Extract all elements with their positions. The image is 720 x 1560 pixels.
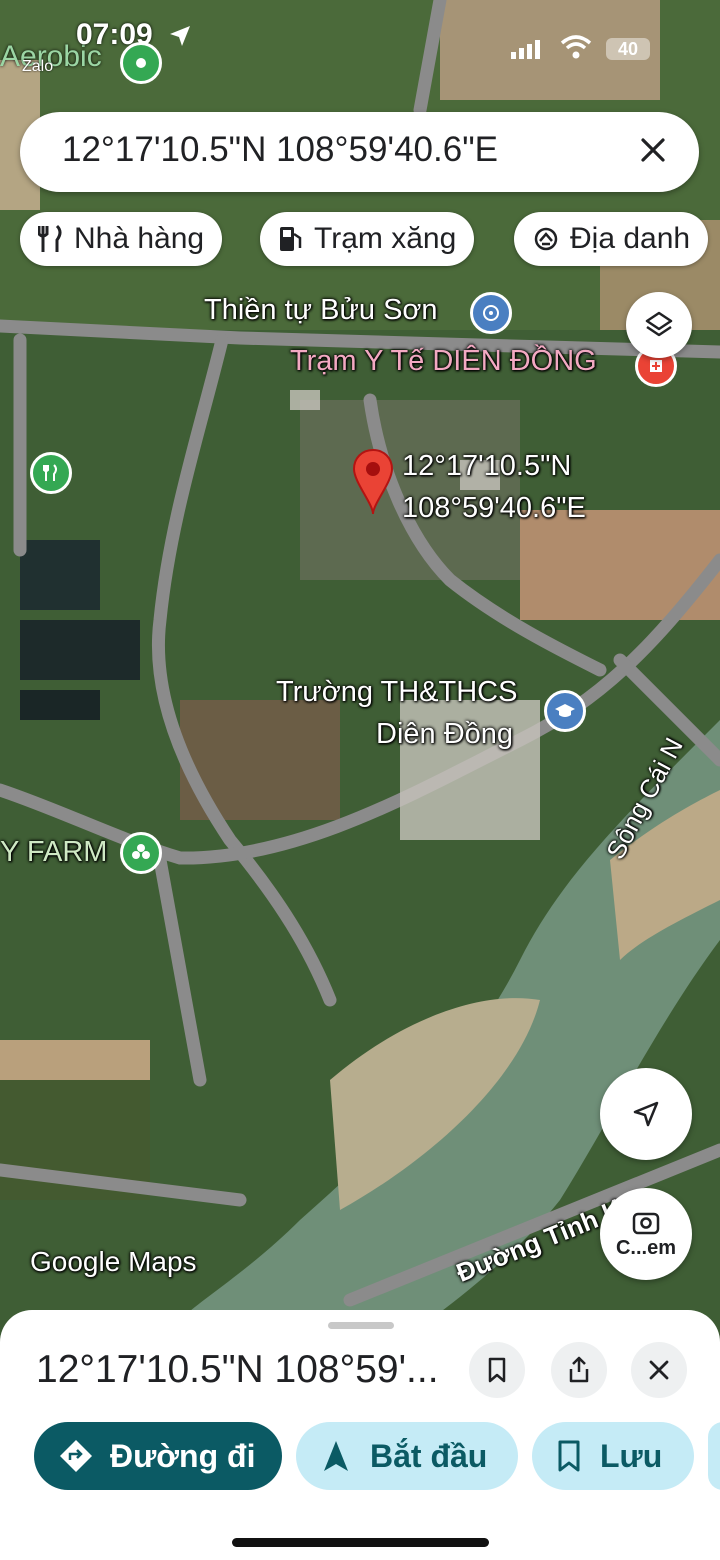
sheet-drag-handle[interactable]: [328, 1322, 394, 1329]
layers-icon: [645, 311, 673, 337]
save-label: Lưu: [600, 1437, 663, 1474]
search-bar[interactable]: 12°17'10.5"N 108°59'40.6"E: [20, 112, 699, 192]
place-label-thien-tu[interactable]: Thiền tự Bửu Sơn: [204, 294, 438, 327]
school-poi-icon[interactable]: [544, 690, 586, 732]
chip-landmarks[interactable]: Địa danh: [514, 212, 709, 266]
location-pin-icon[interactable]: [352, 448, 394, 518]
layers-button[interactable]: [626, 292, 692, 358]
location-arrow-icon: [633, 1101, 659, 1127]
place-title: 12°17'10.5"N 108°59'...: [36, 1348, 439, 1391]
directions-icon: [60, 1440, 92, 1472]
farm-poi-icon[interactable]: [120, 832, 162, 874]
more-actions-chip[interactable]: [708, 1422, 720, 1490]
chip-restaurants[interactable]: Nhà hàng: [20, 212, 223, 266]
battery-indicator: 40: [606, 38, 650, 60]
start-button[interactable]: Bắt đầu: [296, 1422, 518, 1490]
lens-button[interactable]: C...em: [600, 1188, 692, 1280]
directions-label: Đường đi: [110, 1437, 256, 1474]
notification-app-label: Zalo: [22, 58, 54, 75]
aerobic-poi-icon[interactable]: [120, 42, 162, 84]
chip-gas-stations[interactable]: Trạm xăng: [260, 212, 475, 266]
chip-label: Trạm xăng: [314, 222, 457, 255]
bookmark-icon: [488, 1357, 506, 1383]
camera-search-icon: [632, 1212, 660, 1234]
status-bar: Aerobic 07:09 Zalo 40: [0, 0, 720, 90]
save-button[interactable]: Lưu: [532, 1422, 694, 1490]
home-indicator[interactable]: [232, 1538, 489, 1547]
place-label-truong-line2[interactable]: Diên Đồng: [376, 718, 513, 751]
place-label-farm[interactable]: Y FARM: [0, 836, 107, 869]
temple-poi-icon[interactable]: [470, 292, 512, 334]
gas-station-icon: [280, 227, 302, 251]
google-maps-watermark: Google Maps: [30, 1246, 197, 1277]
bookmark-icon: [558, 1440, 580, 1472]
my-location-button[interactable]: [600, 1068, 692, 1160]
start-label: Bắt đầu: [370, 1437, 488, 1474]
navigation-arrow-icon: [324, 1441, 348, 1471]
place-label-tram-y-te[interactable]: Trạm Y Tế DIÊN ĐỒNG: [290, 345, 597, 378]
pin-label-longitude: 108°59'40.6"E: [402, 492, 586, 524]
wifi-icon: [560, 35, 592, 59]
lens-label: C...em: [615, 1236, 677, 1259]
landmark-icon: [534, 227, 558, 251]
chip-label: Địa danh: [570, 222, 691, 255]
close-sheet-button[interactable]: [631, 1342, 687, 1398]
place-label-truong-line1[interactable]: Trường TH&THCS: [276, 676, 517, 709]
location-services-icon: [170, 26, 190, 46]
restaurant-poi-icon[interactable]: [30, 452, 72, 494]
share-button[interactable]: [551, 1342, 607, 1398]
close-icon[interactable]: [631, 128, 675, 172]
share-icon: [569, 1356, 589, 1383]
restaurant-icon: [38, 224, 62, 252]
save-bookmark-button[interactable]: [469, 1342, 525, 1398]
search-query[interactable]: 12°17'10.5"N 108°59'40.6"E: [62, 130, 498, 170]
chip-label: Nhà hàng: [74, 222, 205, 255]
close-icon: [649, 1360, 669, 1380]
pin-label-latitude: 12°17'10.5"N: [402, 450, 572, 482]
cellular-signal-icon: [511, 40, 540, 59]
directions-button[interactable]: Đường đi: [34, 1422, 282, 1490]
satellite-map[interactable]: Thiền tự Bửu Sơn Trạm Y Tế DIÊN ĐỒNG 12°…: [0, 0, 720, 1320]
